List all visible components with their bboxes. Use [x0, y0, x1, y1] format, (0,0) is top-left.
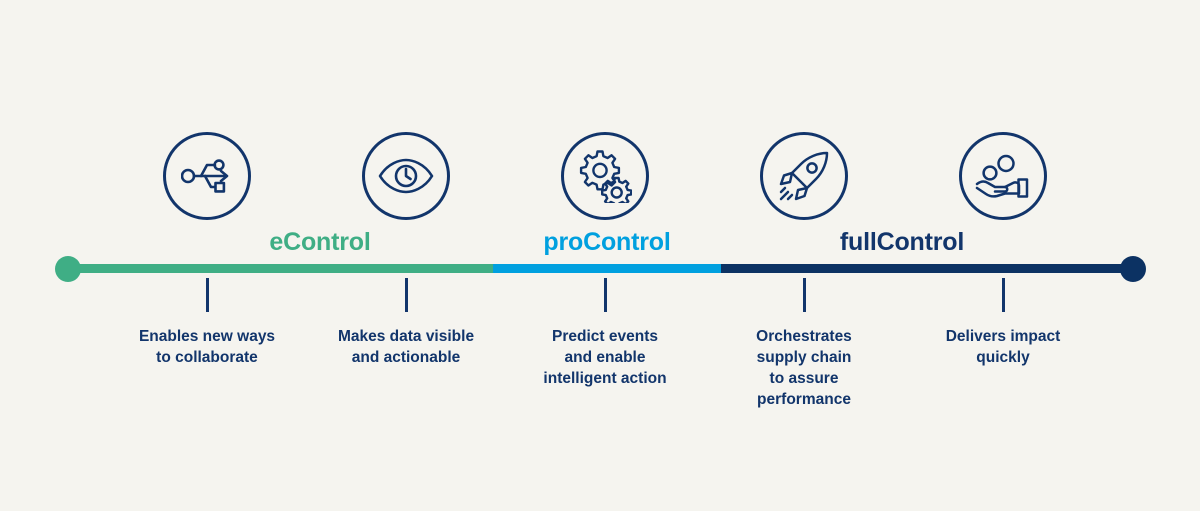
node-circle-rocket [760, 132, 848, 220]
caption-line: intelligent action [543, 370, 667, 387]
caption-line: Orchestrates [756, 328, 852, 345]
timeline-segment-econtrol [68, 264, 493, 273]
timeline-end-dot [1120, 255, 1146, 282]
tick-mark-5 [1001, 278, 1005, 312]
caption-text: Enables new ways to collaborate [107, 326, 307, 368]
tick-mark-2 [404, 278, 408, 312]
node-circle-gears [561, 132, 649, 220]
tick-mark-1 [205, 278, 209, 312]
caption-line: quickly [976, 349, 1030, 366]
stage-label-fullcontrol: fullControl [839, 228, 965, 256]
caption-line: and actionable [351, 349, 461, 366]
stage-label-procontrol: proControl [543, 228, 671, 256]
caption-text: Orchestrates supply chain to assure perform… [704, 326, 904, 410]
tick-mark-4 [802, 278, 806, 312]
caption-text: Delivers impact quickly [903, 326, 1103, 368]
caption-line: Makes data visible [337, 328, 475, 345]
eye-icon [378, 158, 434, 194]
caption-line: and enable [564, 349, 646, 366]
node-circle-eye [362, 132, 450, 220]
hand-coins-icon [975, 154, 1031, 198]
caption-line: Enables new ways [138, 328, 276, 345]
timeline-segment-fullcontrol [721, 264, 1133, 273]
timeline-start-dot [55, 255, 81, 282]
caption-line: performance [757, 391, 851, 408]
rocket-icon [778, 150, 830, 202]
timeline-segment-procontrol [493, 264, 721, 273]
caption-line: to collaborate [156, 349, 258, 366]
node-circle-hand-coins [959, 132, 1047, 220]
caption-line: Predict events [552, 328, 658, 345]
caption-line: to assure [769, 370, 839, 387]
stage-label-econtrol: eControl [269, 228, 371, 256]
tick-mark-3 [603, 278, 607, 312]
caption-text: Predict events and enable intelligent acti… [505, 326, 705, 389]
usb-icon [181, 153, 233, 199]
gears-icon [578, 149, 632, 203]
caption-text: Makes data visible and actionable [306, 326, 506, 368]
caption-line: supply chain [756, 349, 852, 366]
node-circle-usb [163, 132, 251, 220]
caption-line: Delivers impact [945, 328, 1061, 345]
timeline-diagram: eControl proControl fullControl Enables … [0, 0, 1200, 511]
